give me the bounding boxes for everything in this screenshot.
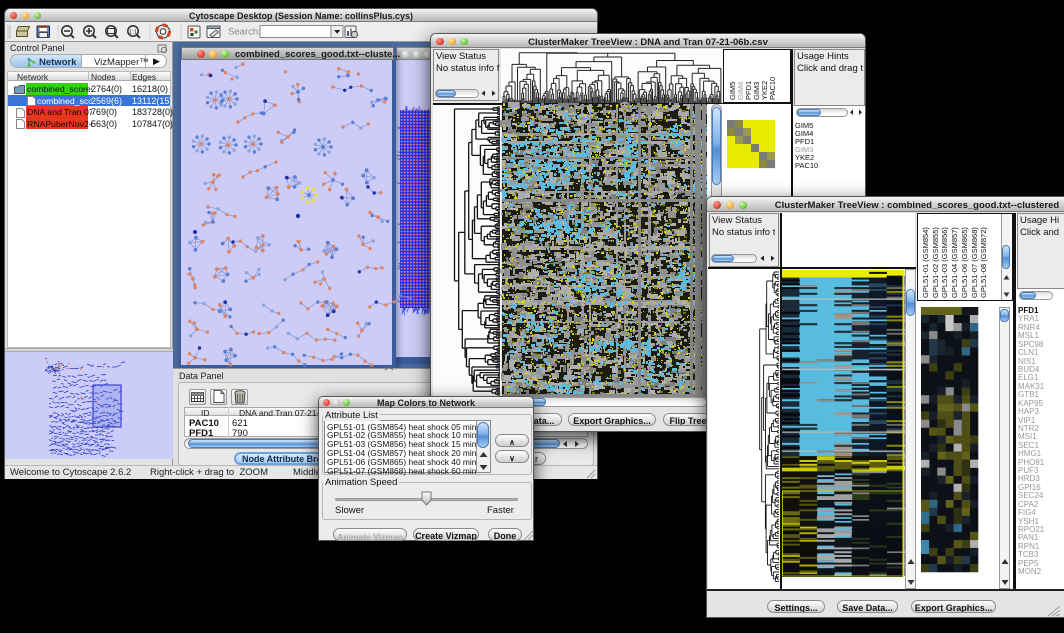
svg-text:1:1: 1:1: [129, 30, 137, 36]
svg-text:Search:: Search:: [228, 27, 261, 38]
